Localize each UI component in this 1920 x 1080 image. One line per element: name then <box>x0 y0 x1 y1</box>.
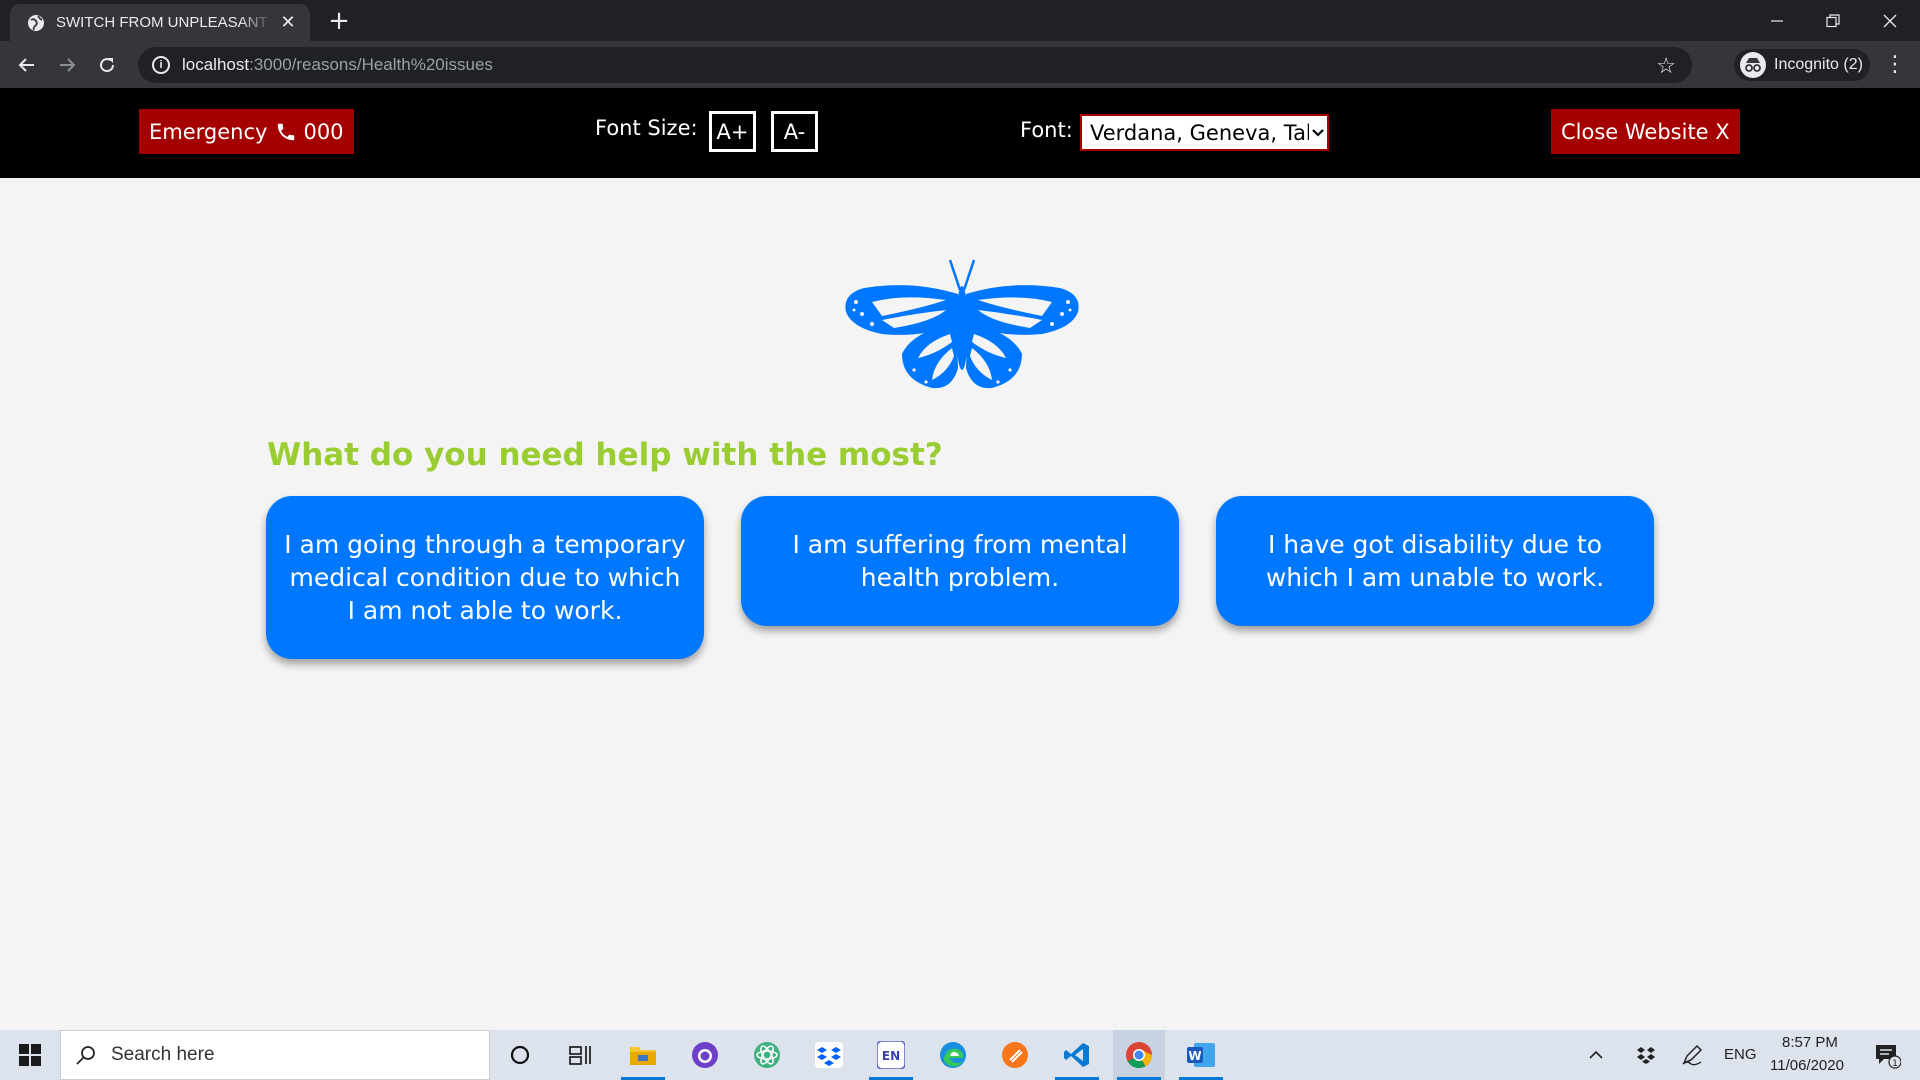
dropbox-tray-icon[interactable] <box>1631 1030 1661 1080</box>
tab-title: SWITCH FROM UNPLEASANT SCENARIOS <box>56 14 272 31</box>
brave-icon[interactable] <box>989 1030 1041 1080</box>
new-tab-button[interactable]: + <box>324 6 354 36</box>
clock-date[interactable]: 11/06/2020 <box>1770 1057 1844 1074</box>
svg-text:EN: EN <box>882 1049 900 1063</box>
option-card-mental-health[interactable]: I am suffering from mental health proble… <box>741 496 1179 626</box>
minimize-icon[interactable] <box>1749 0 1805 41</box>
close-window-icon[interactable] <box>1862 0 1918 41</box>
browser-tab[interactable]: SWITCH FROM UNPLEASANT SCENARIOS ✕ <box>10 4 310 41</box>
chevron-down-icon <box>1312 128 1324 137</box>
file-explorer-icon[interactable] <box>617 1030 669 1080</box>
bookmark-star-icon[interactable]: ☆ <box>1656 53 1676 79</box>
increase-font-button[interactable]: A+ <box>709 111 756 152</box>
url-path: :3000/reasons/Health%20issues <box>249 55 493 74</box>
search-placeholder: Search here <box>111 1044 215 1065</box>
language-indicator[interactable]: ENG <box>1724 1046 1757 1063</box>
search-icon <box>76 1046 95 1065</box>
incognito-icon <box>1740 52 1766 78</box>
butterfly-logo <box>845 259 1079 389</box>
cortana-icon[interactable] <box>494 1030 546 1080</box>
help-question-heading: What do you need help with the most? <box>267 437 943 473</box>
incognito-label: Incognito (2) <box>1774 56 1863 73</box>
browser-menu-icon[interactable]: ⋮ <box>1880 49 1910 81</box>
tab-close-icon[interactable]: ✕ <box>278 12 298 33</box>
evernote-icon[interactable]: EN <box>865 1030 917 1080</box>
restore-icon[interactable] <box>1805 0 1861 41</box>
word-icon[interactable]: W <box>1175 1030 1227 1080</box>
font-family-select[interactable]: Verdana, Geneva, Tahoma, sans-serif <box>1080 114 1329 151</box>
emergency-label: Emergency <box>149 119 268 144</box>
option-card-temporary-medical[interactable]: I am going through a temporary medical c… <box>266 496 704 659</box>
clock-time[interactable]: 8:57 PM <box>1782 1034 1838 1051</box>
font-size-label: Font Size: <box>595 116 698 140</box>
windows-start-icon[interactable] <box>0 1030 60 1080</box>
font-label: Font: <box>1020 118 1073 142</box>
decrease-font-button[interactable]: A- <box>771 111 818 152</box>
phone-icon <box>278 123 295 140</box>
dropbox-icon[interactable] <box>803 1030 855 1080</box>
github-desktop-icon[interactable] <box>679 1030 731 1080</box>
pen-workspace-icon[interactable] <box>1676 1030 1708 1080</box>
taskbar-search-box[interactable]: Search here <box>60 1030 490 1080</box>
task-view-icon[interactable] <box>554 1030 606 1080</box>
vscode-icon[interactable] <box>1051 1030 1103 1080</box>
site-header: Emergency 000 Font Size: A+ A- Font: Ver… <box>0 88 1920 178</box>
atom-icon[interactable] <box>741 1030 793 1080</box>
svg-text:W: W <box>1188 1049 1201 1063</box>
notification-center-icon[interactable]: 1 <box>1862 1030 1912 1080</box>
chevron-up-icon[interactable] <box>1581 1030 1611 1080</box>
option-card-disability[interactable]: I have got disability due to which I am … <box>1216 496 1654 626</box>
emergency-number: 000 <box>303 119 344 144</box>
forward-icon[interactable] <box>51 49 83 81</box>
globe-icon <box>28 14 44 31</box>
chrome-icon[interactable] <box>1113 1030 1165 1080</box>
windows-taskbar: Search here EN W ENG 8:57 PM 11/06/2020 … <box>0 1030 1920 1080</box>
close-website-button[interactable]: Close Website X <box>1551 109 1740 154</box>
font-selected-value: Verdana, Geneva, Tahoma, sans-serif <box>1090 120 1309 145</box>
back-icon[interactable] <box>11 49 43 81</box>
url-host: localhost <box>182 55 250 74</box>
incognito-indicator[interactable]: Incognito (2) <box>1734 49 1870 81</box>
address-bar[interactable]: i localhost :3000/reasons/Health%20issue… <box>138 47 1692 83</box>
browser-toolbar: i localhost :3000/reasons/Health%20issue… <box>0 41 1920 88</box>
site-info-icon[interactable]: i <box>152 56 170 74</box>
browser-tabstrip: SWITCH FROM UNPLEASANT SCENARIOS ✕ + <box>0 0 1920 41</box>
emergency-button[interactable]: Emergency 000 <box>139 109 354 154</box>
notification-count: 1 <box>1892 1059 1898 1069</box>
edge-icon[interactable] <box>927 1030 979 1080</box>
reload-icon[interactable] <box>91 49 123 81</box>
